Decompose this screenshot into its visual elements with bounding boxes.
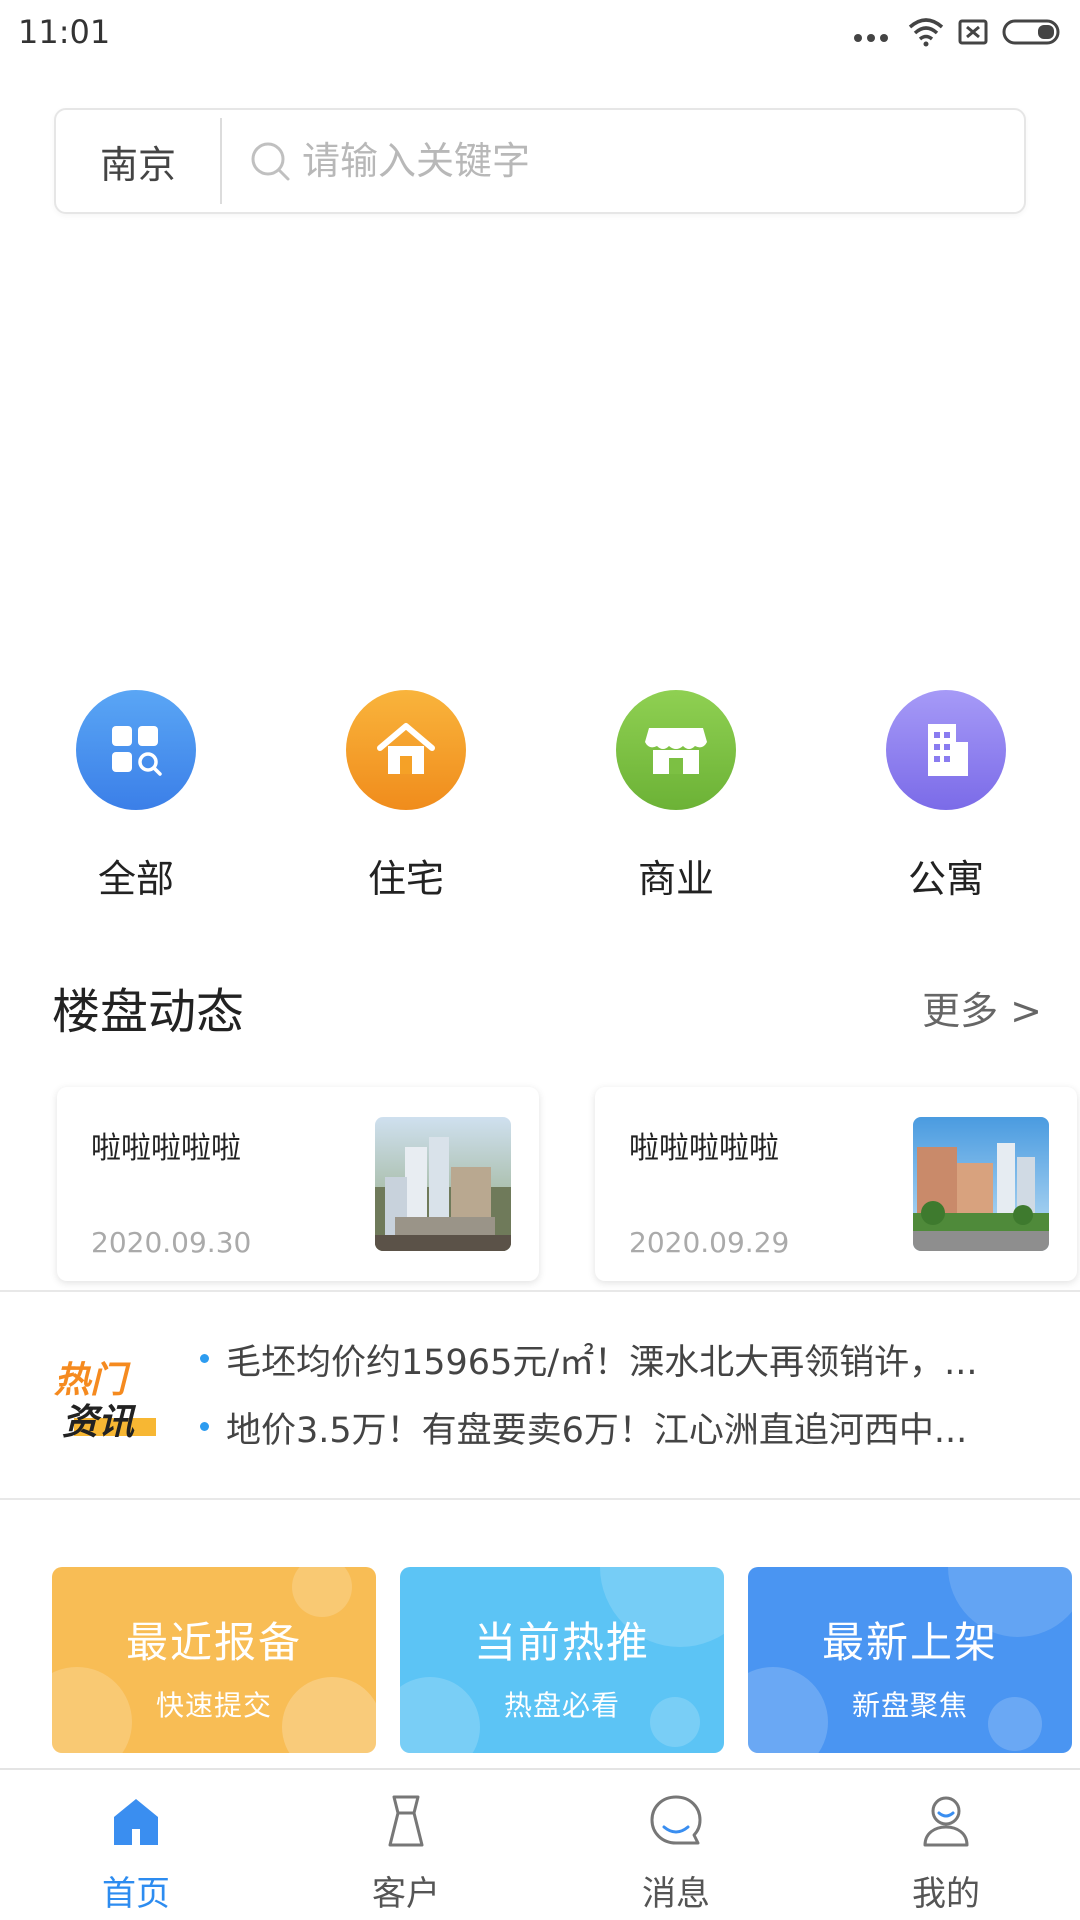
- update-card[interactable]: 啦啦啦啦啦 2020.09.29: [595, 1087, 1077, 1281]
- tab-home[interactable]: 首页: [36, 1784, 236, 1915]
- tab-label: 首页: [102, 1874, 170, 1914]
- search-field[interactable]: [222, 139, 1024, 183]
- category-row: 全部 住宅 商业 公寓: [0, 690, 1080, 920]
- promo-recent-report[interactable]: 最近报备 快速提交: [52, 1567, 376, 1753]
- promo-title: 最近报备: [125, 1618, 302, 1667]
- search-bar: 南京: [54, 108, 1026, 214]
- section-title: 楼盘动态: [52, 984, 245, 1040]
- hot-news-item[interactable]: 地价3.5万！有盘要卖6万！江心洲直追河西中...: [200, 1402, 1030, 1453]
- building-icon: [886, 690, 1006, 810]
- promo-subtitle: 热盘必看: [503, 1689, 620, 1722]
- category-all[interactable]: 全部: [36, 690, 236, 903]
- more-link[interactable]: 更多 >: [922, 980, 1042, 1035]
- promo-title: 最新上架: [821, 1618, 998, 1667]
- hot-news-item[interactable]: 毛坯均价约15965元/㎡！溧水北大再领销许，...: [200, 1334, 1030, 1385]
- tab-label: 消息: [642, 1874, 710, 1914]
- search-input[interactable]: [302, 139, 1022, 183]
- house-icon: [346, 690, 466, 810]
- update-card[interactable]: 啦啦啦啦啦 2020.09.30: [57, 1087, 539, 1281]
- promo-subtitle: 快速提交: [155, 1689, 272, 1722]
- user-icon: [846, 1784, 1046, 1858]
- category-residential[interactable]: 住宅: [306, 690, 506, 903]
- category-label: 商业: [637, 857, 714, 901]
- grid-search-icon: [76, 690, 196, 810]
- search-icon: [251, 142, 290, 181]
- category-label: 全部: [97, 857, 174, 901]
- tab-profile[interactable]: 我的: [846, 1784, 1046, 1915]
- category-label: 公寓: [907, 857, 984, 901]
- chat-bubble-icon: [576, 1784, 776, 1858]
- promo-new-listings[interactable]: 最新上架 新盘聚焦: [748, 1567, 1072, 1753]
- tab-label: 客户: [372, 1874, 440, 1914]
- storefront-icon: [616, 690, 736, 810]
- update-card-date: 2020.09.30: [91, 1226, 252, 1259]
- home-icon: [36, 1784, 236, 1858]
- hot-news-section: 热门 资讯 毛坯均价约15965元/㎡！溧水北大再领销许，... 地价3.5万！…: [0, 1292, 1080, 1498]
- category-commercial[interactable]: 商业: [576, 690, 776, 903]
- update-card-title: 啦啦啦啦啦: [91, 1131, 241, 1166]
- customer-icon: [306, 1784, 506, 1858]
- hot-news-logo: 热门 资讯: [52, 1352, 162, 1443]
- tab-customers[interactable]: 客户: [306, 1784, 506, 1915]
- promo-title: 当前热推: [473, 1618, 650, 1667]
- divider: [0, 1498, 1080, 1500]
- promo-hot-recommend[interactable]: 当前热推 热盘必看: [400, 1567, 724, 1753]
- update-card-thumbnail: [913, 1117, 1049, 1251]
- sim-missing-icon: [958, 19, 988, 45]
- status-bar: 11:01: [0, 0, 1080, 64]
- svg-text:热门: 热门: [54, 1360, 131, 1401]
- update-card-title: 啦啦啦啦啦: [629, 1131, 779, 1166]
- city-selector[interactable]: 南京: [56, 134, 220, 189]
- tab-messages[interactable]: 消息: [576, 1784, 776, 1915]
- svg-text:资讯: 资讯: [62, 1402, 137, 1443]
- category-apartment[interactable]: 公寓: [846, 690, 1046, 903]
- updates-header: 楼盘动态 更多 >: [52, 972, 1042, 1042]
- update-card-thumbnail: [375, 1117, 511, 1251]
- category-label: 住宅: [367, 857, 444, 901]
- more-dots-icon: [854, 34, 888, 42]
- update-card-date: 2020.09.29: [629, 1226, 790, 1259]
- battery-icon: [1002, 19, 1060, 45]
- status-time: 11:01: [18, 13, 111, 51]
- bottom-tab-bar: 首页 客户 消息 我的: [0, 1768, 1080, 1920]
- tab-label: 我的: [912, 1874, 980, 1914]
- status-icons: [854, 17, 1064, 47]
- wifi-icon: [908, 18, 944, 47]
- promo-subtitle: 新盘聚焦: [851, 1689, 968, 1722]
